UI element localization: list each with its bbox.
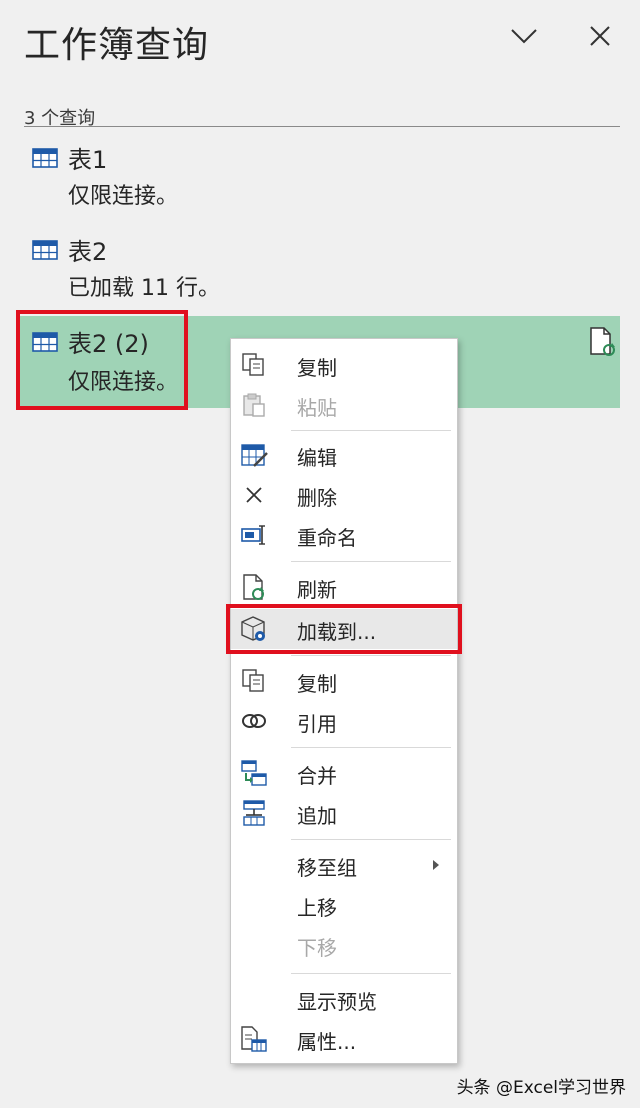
watermark: 头条 @Excel学习世界 bbox=[456, 1078, 626, 1098]
duplicate-icon bbox=[239, 667, 269, 695]
close-icon bbox=[590, 26, 610, 46]
query-name: 表2 bbox=[68, 238, 108, 266]
menu-item-label: 引用 bbox=[297, 712, 337, 736]
menu-item-label: 复制 bbox=[297, 672, 337, 696]
menu-item-append[interactable]: 追加 bbox=[231, 793, 457, 833]
copy-icon bbox=[239, 351, 269, 379]
menu-item-move-to-group[interactable]: 移至组 bbox=[231, 845, 457, 885]
menu-item-rename[interactable]: 重命名 bbox=[231, 515, 457, 555]
reference-icon bbox=[239, 707, 269, 735]
menu-item-label: 删除 bbox=[297, 486, 337, 510]
rename-icon bbox=[239, 521, 269, 549]
table-icon bbox=[32, 240, 58, 260]
menu-item-label: 复制 bbox=[297, 356, 337, 380]
menu-item-merge[interactable]: 合并 bbox=[231, 753, 457, 793]
menu-divider bbox=[291, 839, 451, 840]
menu-item-delete[interactable]: 删除 bbox=[231, 475, 457, 515]
menu-divider bbox=[291, 561, 451, 562]
menu-item-label: 属性... bbox=[297, 1030, 357, 1054]
load-to-highlight bbox=[226, 604, 462, 654]
chevron-down-icon bbox=[511, 29, 537, 44]
menu-item-label: 上移 bbox=[297, 896, 337, 920]
header-divider bbox=[24, 126, 620, 127]
properties-icon bbox=[239, 1025, 269, 1053]
close-pane-button[interactable] bbox=[576, 16, 624, 56]
menu-item-label: 下移 bbox=[297, 936, 337, 960]
menu-item-label: 编辑 bbox=[297, 446, 337, 470]
refresh-query-icon[interactable] bbox=[588, 326, 616, 358]
menu-divider bbox=[291, 747, 451, 748]
menu-item-move-down[interactable]: 下移 bbox=[231, 925, 457, 965]
menu-item-label: 刷新 bbox=[297, 578, 337, 602]
menu-item-label: 显示预览 bbox=[297, 990, 377, 1014]
query-item-2[interactable]: 表2 已加载 11 行。 bbox=[20, 230, 620, 322]
query-status: 仅限连接。 bbox=[68, 184, 179, 209]
context-menu: 复制 粘贴 编辑 删除 重命名 刷新 加载到... 复制 引用 合并 追加 移至… bbox=[230, 338, 458, 1064]
paste-icon bbox=[239, 391, 269, 419]
menu-item-duplicate[interactable]: 复制 bbox=[231, 661, 457, 701]
query-item-1[interactable]: 表1 仅限连接。 bbox=[20, 138, 620, 230]
menu-divider bbox=[291, 430, 451, 431]
menu-item-label: 移至组 bbox=[297, 856, 357, 880]
menu-item-label: 粘贴 bbox=[297, 396, 337, 420]
menu-divider bbox=[291, 655, 451, 656]
menu-divider bbox=[291, 973, 451, 974]
menu-item-label: 追加 bbox=[297, 804, 337, 828]
query-status: 已加载 11 行。 bbox=[68, 276, 220, 301]
menu-item-show-peek[interactable]: 显示预览 bbox=[231, 979, 457, 1019]
menu-item-properties[interactable]: 属性... bbox=[231, 1019, 457, 1059]
delete-x-icon bbox=[239, 481, 269, 509]
table-icon bbox=[32, 148, 58, 168]
menu-item-reference[interactable]: 引用 bbox=[231, 701, 457, 741]
collapse-pane-button[interactable] bbox=[500, 16, 548, 56]
submenu-arrow-icon bbox=[433, 860, 439, 870]
pane-title: 工作簿查询 bbox=[24, 25, 210, 66]
merge-icon bbox=[239, 759, 269, 787]
selected-query-highlight bbox=[16, 310, 188, 410]
menu-item-paste[interactable]: 粘贴 bbox=[231, 385, 457, 425]
menu-item-move-up[interactable]: 上移 bbox=[231, 885, 457, 925]
refresh-icon bbox=[239, 573, 269, 601]
menu-item-edit[interactable]: 编辑 bbox=[231, 435, 457, 475]
edit-table-icon bbox=[239, 441, 269, 469]
menu-item-label: 合并 bbox=[297, 764, 337, 788]
menu-item-copy[interactable]: 复制 bbox=[231, 345, 457, 385]
query-name: 表1 bbox=[68, 146, 108, 174]
append-icon bbox=[239, 799, 269, 827]
menu-item-label: 重命名 bbox=[297, 526, 357, 550]
menu-item-refresh[interactable]: 刷新 bbox=[231, 567, 457, 607]
